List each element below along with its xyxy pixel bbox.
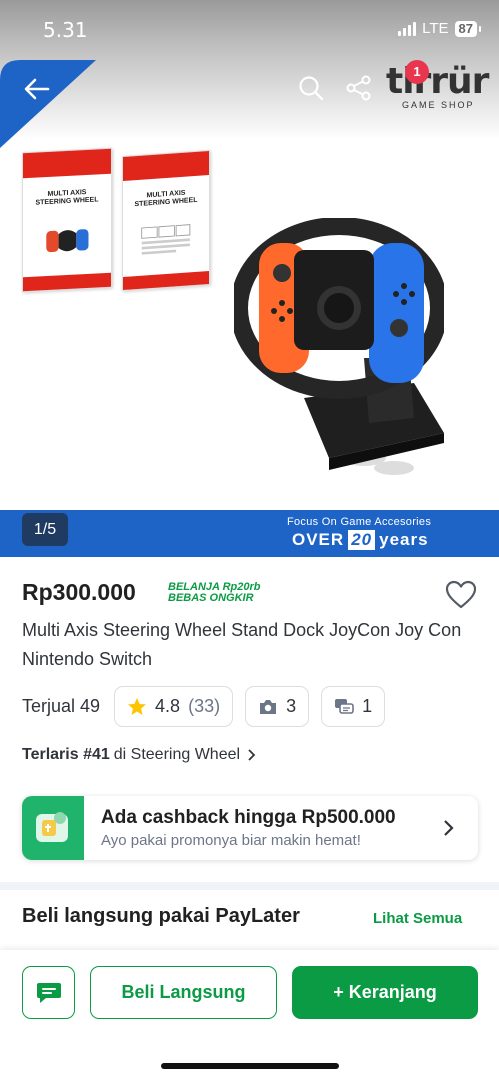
box-red-top xyxy=(23,148,111,179)
section-divider xyxy=(0,882,499,890)
chat-bubbles-icon xyxy=(335,698,354,714)
chat-icon xyxy=(36,982,61,1003)
network-label: LTE xyxy=(422,20,449,37)
product-title: Multi Axis Steering Wheel Stand Dock Joy… xyxy=(22,620,462,669)
shop-logo[interactable]: tirrür GAME SHOP xyxy=(386,62,496,114)
chevron-right-icon xyxy=(444,820,454,836)
box-wheel-picture xyxy=(45,228,89,252)
share-icon[interactable] xyxy=(345,74,373,102)
discussion-count: 1 xyxy=(362,696,373,716)
rating-chip[interactable]: 4.8 (33) xyxy=(114,686,234,727)
cashback-icon-panel xyxy=(22,796,84,860)
product-price: Rp300.000 xyxy=(22,579,136,605)
battery-icon: 87 xyxy=(454,20,482,37)
rating-value: 4.8 xyxy=(155,696,181,716)
cashback-title: Ada cashback hingga Rp500.000 xyxy=(101,807,396,828)
banner-years-word: years xyxy=(379,530,429,549)
shop-logo-text: tirrür xyxy=(386,61,489,102)
free-shipping-badge: BELANJA Rp20rb BEBAS ONGKIR xyxy=(168,582,261,604)
steering-wheel-picture xyxy=(234,218,444,475)
bestseller-rank: Terlaris #41 xyxy=(22,746,110,763)
cashback-coupon-icon xyxy=(36,812,68,842)
bestseller-link[interactable]: Terlaris #41 di Steering Wheel xyxy=(22,746,258,764)
image-counter: 1/5 xyxy=(22,513,68,546)
promo-banner: Focus On Game Accesories OVER 20 years xyxy=(0,510,499,557)
banner-tagline: Focus On Game Accesories xyxy=(287,516,432,528)
product-box-image-1: MULTI AXIS STEERING WHEEL xyxy=(22,147,112,293)
photo-count: 3 xyxy=(286,696,297,716)
product-stats: Terjual 49 4.8 (33) 3 1 xyxy=(22,686,386,727)
box-instructions-picture xyxy=(141,224,191,255)
chat-seller-button[interactable] xyxy=(22,966,75,1019)
buy-now-button[interactable]: Beli Langsung xyxy=(90,966,277,1019)
shop-logo-subtitle: GAME SHOP xyxy=(402,100,475,110)
status-time: 5.31 xyxy=(43,18,88,42)
paylater-heading: Beli langsung pakai PayLater xyxy=(22,905,300,927)
box-label: MULTI AXIS STEERING WHEEL xyxy=(35,188,99,207)
wishlist-heart-icon[interactable] xyxy=(445,580,477,610)
banner-years: OVER 20 years xyxy=(292,530,429,550)
discussion-chip[interactable]: 1 xyxy=(321,686,386,727)
home-indicator xyxy=(161,1063,339,1069)
bestseller-category: di Steering Wheel xyxy=(113,746,241,763)
see-all-link[interactable]: Lihat Semua xyxy=(373,910,462,927)
banner-over: OVER xyxy=(292,530,345,549)
back-arrow-icon[interactable] xyxy=(22,74,52,104)
search-icon[interactable] xyxy=(297,74,325,102)
cashback-card[interactable]: Ada cashback hingga Rp500.000 Ayo pakai … xyxy=(22,796,478,860)
promo-line-2: BEBAS ONGKIR xyxy=(168,592,254,604)
camera-icon xyxy=(260,699,277,714)
status-indicators: LTE 87 xyxy=(398,20,482,37)
cart-badge[interactable]: 1 xyxy=(405,60,429,84)
cashback-subtitle: Ayo pakai promonya biar makin hemat! xyxy=(101,832,361,849)
add-to-cart-button[interactable]: + Keranjang xyxy=(292,966,478,1019)
box-red-top xyxy=(123,150,209,181)
box-red-bottom xyxy=(23,272,111,292)
signal-icon xyxy=(398,21,417,36)
status-bar: 5.31 LTE 87 xyxy=(0,0,499,56)
chevron-right-icon xyxy=(248,749,256,761)
rating-count: (33) xyxy=(188,696,221,716)
box-label: MULTI AXIS STEERING WHEEL xyxy=(134,189,198,209)
photo-review-chip[interactable]: 3 xyxy=(245,686,310,727)
banner-number: 20 xyxy=(348,530,376,550)
star-icon xyxy=(128,697,147,715)
sold-count: Terjual 49 xyxy=(22,696,101,716)
box-red-bottom xyxy=(123,270,209,291)
product-box-image-2: MULTI AXIS STEERING WHEEL xyxy=(122,149,210,292)
